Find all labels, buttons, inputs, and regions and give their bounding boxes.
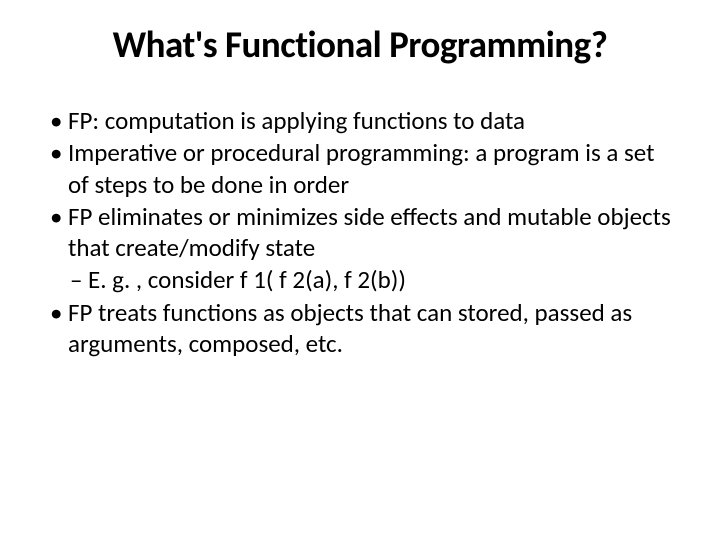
bullet-item: • FP eliminates or minimizes side effect… bbox=[50, 201, 680, 264]
bullet-marker-icon: • bbox=[50, 297, 68, 360]
bullet-marker-icon: • bbox=[50, 105, 68, 136]
bullet-marker-icon: • bbox=[50, 137, 68, 200]
sub-bullet-item: – E. g. , consider f 1( f 2(a), f 2(b)) bbox=[50, 264, 680, 295]
bullet-item: • FP treats functions as objects that ca… bbox=[50, 297, 680, 360]
bullet-marker-icon: • bbox=[50, 201, 68, 264]
bullet-text: FP: computation is applying functions to… bbox=[68, 105, 680, 136]
bullet-item: • Imperative or procedural programming: … bbox=[50, 137, 680, 200]
sub-bullet-text: E. g. , consider f 1( f 2(a), f 2(b)) bbox=[88, 264, 680, 295]
slide-title: What's Functional Programming? bbox=[40, 22, 680, 67]
dash-marker-icon: – bbox=[70, 264, 88, 295]
bullet-item: • FP: computation is applying functions … bbox=[50, 105, 680, 136]
bullet-text: FP treats functions as objects that can … bbox=[68, 297, 680, 360]
bullet-text: FP eliminates or minimizes side effects … bbox=[68, 201, 680, 264]
slide-content: • FP: computation is applying functions … bbox=[40, 105, 680, 359]
bullet-text: Imperative or procedural programming: a … bbox=[68, 137, 680, 200]
